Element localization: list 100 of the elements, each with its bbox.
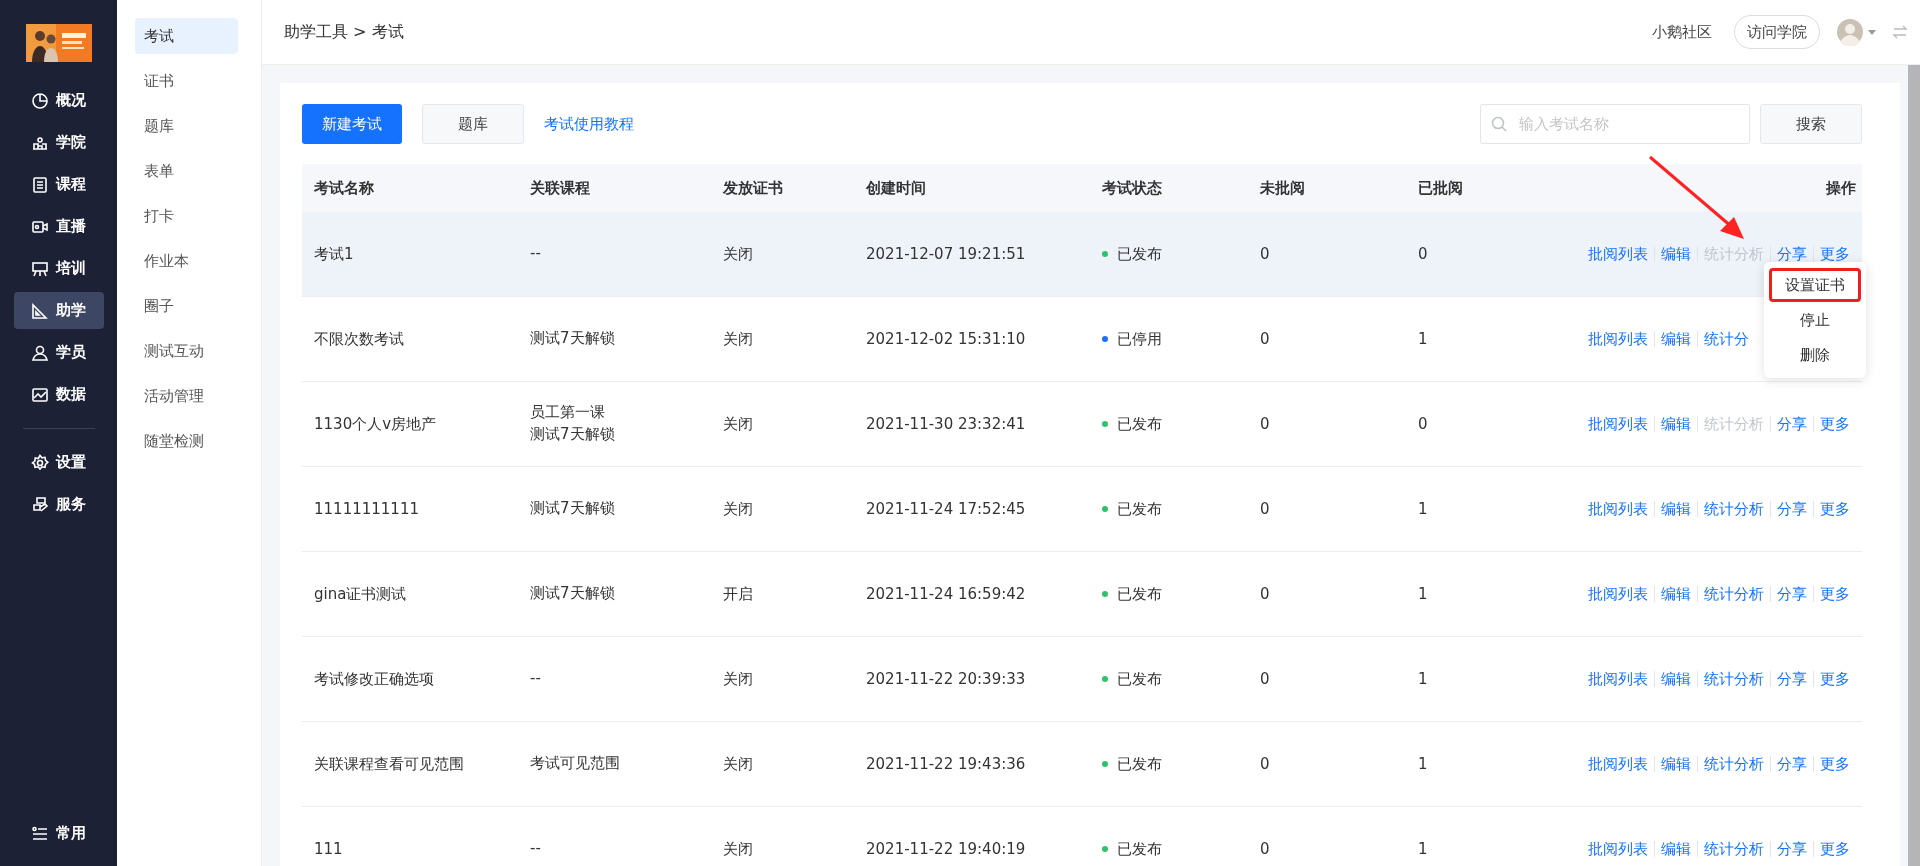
subnav-item[interactable]: 活动管理 [135, 378, 238, 414]
action-link[interactable]: 编辑 [1654, 841, 1697, 857]
table-cell-text: 2021-11-30 23:32:41 [865, 415, 1027, 433]
table-cell-text: 关闭 [722, 754, 754, 774]
action-link[interactable]: 更多 [1813, 501, 1856, 517]
new-exam-button[interactable]: 新建考试 [302, 104, 402, 144]
action-link[interactable]: 统计分析 [1697, 841, 1770, 857]
table-cell-text: 2021-11-22 19:43:36 [865, 755, 1027, 773]
scrollbar[interactable] [1908, 65, 1920, 866]
table-cell-text: 0 [1259, 840, 1271, 858]
sidebar-item[interactable]: 设置 [13, 444, 104, 481]
action-link[interactable]: 统计分析 [1697, 586, 1770, 602]
search-button[interactable]: 搜索 [1760, 104, 1862, 144]
table-cell-text: 2021-12-07 19:21:51 [865, 245, 1027, 263]
menu-item[interactable]: 删除 [1769, 338, 1861, 372]
action-link[interactable]: 批阅列表 [1582, 671, 1654, 687]
sidebar-item[interactable]: 课程 [13, 166, 104, 203]
subnav-item[interactable]: 圈子 [135, 288, 238, 324]
sidebar-item[interactable]: 助学 [13, 292, 104, 329]
switch-icon[interactable] [1892, 24, 1908, 40]
sidebar-item[interactable]: 学员 [13, 334, 104, 371]
action-link[interactable]: 批阅列表 [1582, 841, 1654, 857]
table-cell-text: 2021-12-02 15:31:10 [865, 330, 1027, 348]
table-cell-text: 1 [1417, 585, 1429, 603]
status-text: 已停用 [1117, 329, 1162, 349]
table-cell-text: 0 [1259, 500, 1271, 518]
sidebar-footer-item[interactable]: 常用 [13, 815, 104, 852]
sidebar-item[interactable]: 概况 [13, 82, 104, 119]
status-text: 已发布 [1117, 584, 1162, 604]
table-cell-text: gina证书测试 [313, 584, 408, 604]
question-bank-button[interactable]: 题库 [422, 104, 524, 144]
table-cell-text: 不限次数考试 [313, 329, 405, 349]
menu-item[interactable]: 设置证书 [1769, 268, 1861, 302]
settings-icon [30, 453, 49, 472]
subnav-item[interactable]: 打卡 [135, 198, 238, 234]
action-link[interactable]: 编辑 [1654, 331, 1697, 347]
tutorial-link[interactable]: 考试使用教程 [544, 114, 634, 134]
table-cell-text: -- [530, 838, 542, 860]
action-link[interactable]: 分享 [1770, 586, 1813, 602]
action-link[interactable]: 分享 [1770, 501, 1813, 517]
sidebar-item[interactable]: 数据 [13, 376, 104, 413]
menu-item[interactable]: 停止 [1769, 303, 1861, 337]
sidebar-item[interactable]: 学院 [13, 124, 104, 161]
table-cell-text: 员工第一课 [530, 402, 606, 424]
action-link[interactable]: 编辑 [1654, 756, 1697, 772]
action-link[interactable]: 批阅列表 [1582, 501, 1654, 517]
action-link[interactable]: 统计分 [1697, 331, 1755, 347]
table-cell-text: 111 [313, 840, 344, 858]
subnav-item[interactable]: 表单 [135, 153, 238, 189]
action-link[interactable]: 分享 [1770, 841, 1813, 857]
action-link[interactable]: 更多 [1813, 416, 1856, 432]
action-link[interactable]: 更多 [1813, 756, 1856, 772]
sidebar-item[interactable]: 直播 [13, 208, 104, 245]
action-link[interactable]: 统计分析 [1697, 501, 1770, 517]
action-link[interactable]: 批阅列表 [1582, 756, 1654, 772]
table-cell-text: 关闭 [722, 839, 754, 859]
action-link[interactable]: 编辑 [1654, 586, 1697, 602]
table-cell-text: 11111111111 [313, 500, 420, 518]
table-cell-text: 0 [1417, 245, 1429, 263]
table-cell-text: -- [530, 668, 542, 690]
action-link[interactable]: 分享 [1770, 756, 1813, 772]
action-link[interactable]: 分享 [1770, 416, 1813, 432]
action-link[interactable]: 更多 [1813, 586, 1856, 602]
action-link[interactable]: 批阅列表 [1582, 416, 1654, 432]
column-header: 创建时间 [865, 178, 927, 198]
action-link[interactable]: 编辑 [1654, 501, 1697, 517]
table-cell-text: 关闭 [722, 499, 754, 519]
table-cell-text: 2021-11-22 19:40:19 [865, 840, 1027, 858]
table-cell-text: 关闭 [722, 669, 754, 689]
subnav-item[interactable]: 作业本 [135, 243, 238, 279]
action-link[interactable]: 分享 [1770, 671, 1813, 687]
table-cell-text: 1 [1417, 840, 1429, 858]
table-cell-text: 关闭 [722, 414, 754, 434]
status-text: 已发布 [1117, 839, 1162, 859]
action-link[interactable]: 更多 [1813, 841, 1856, 857]
action-link[interactable]: 批阅列表 [1582, 331, 1654, 347]
subnav-item[interactable]: 测试互动 [135, 333, 238, 369]
action-link[interactable]: 统计分析 [1697, 671, 1770, 687]
visit-academy-button[interactable]: 访问学院 [1734, 15, 1820, 49]
action-link[interactable]: 编辑 [1654, 416, 1697, 432]
table-cell-text: 0 [1259, 755, 1271, 773]
sidebar-item[interactable]: 服务 [13, 486, 104, 523]
pie-chart-icon [30, 91, 49, 110]
community-link[interactable]: 小鹅社区 [1652, 22, 1712, 42]
action-link[interactable]: 编辑 [1654, 246, 1697, 262]
subnav-item[interactable]: 考试 [135, 18, 238, 54]
table-cell-text: 0 [1417, 415, 1429, 433]
action-link[interactable]: 统计分析 [1697, 756, 1770, 772]
subnav-item[interactable]: 题库 [135, 108, 238, 144]
action-link[interactable]: 批阅列表 [1582, 246, 1654, 262]
table-cell-text: 1 [1417, 755, 1429, 773]
subnav-item[interactable]: 证书 [135, 63, 238, 99]
action-link[interactable]: 更多 [1813, 671, 1856, 687]
table-cell-text: 2021-11-24 16:59:42 [865, 585, 1027, 603]
ruler-icon [30, 301, 49, 320]
subnav-item[interactable]: 随堂检测 [135, 423, 238, 459]
sidebar-item[interactable]: 培训 [13, 250, 104, 287]
table-cell-text: 1 [1417, 670, 1429, 688]
action-link[interactable]: 批阅列表 [1582, 586, 1654, 602]
action-link[interactable]: 编辑 [1654, 671, 1697, 687]
